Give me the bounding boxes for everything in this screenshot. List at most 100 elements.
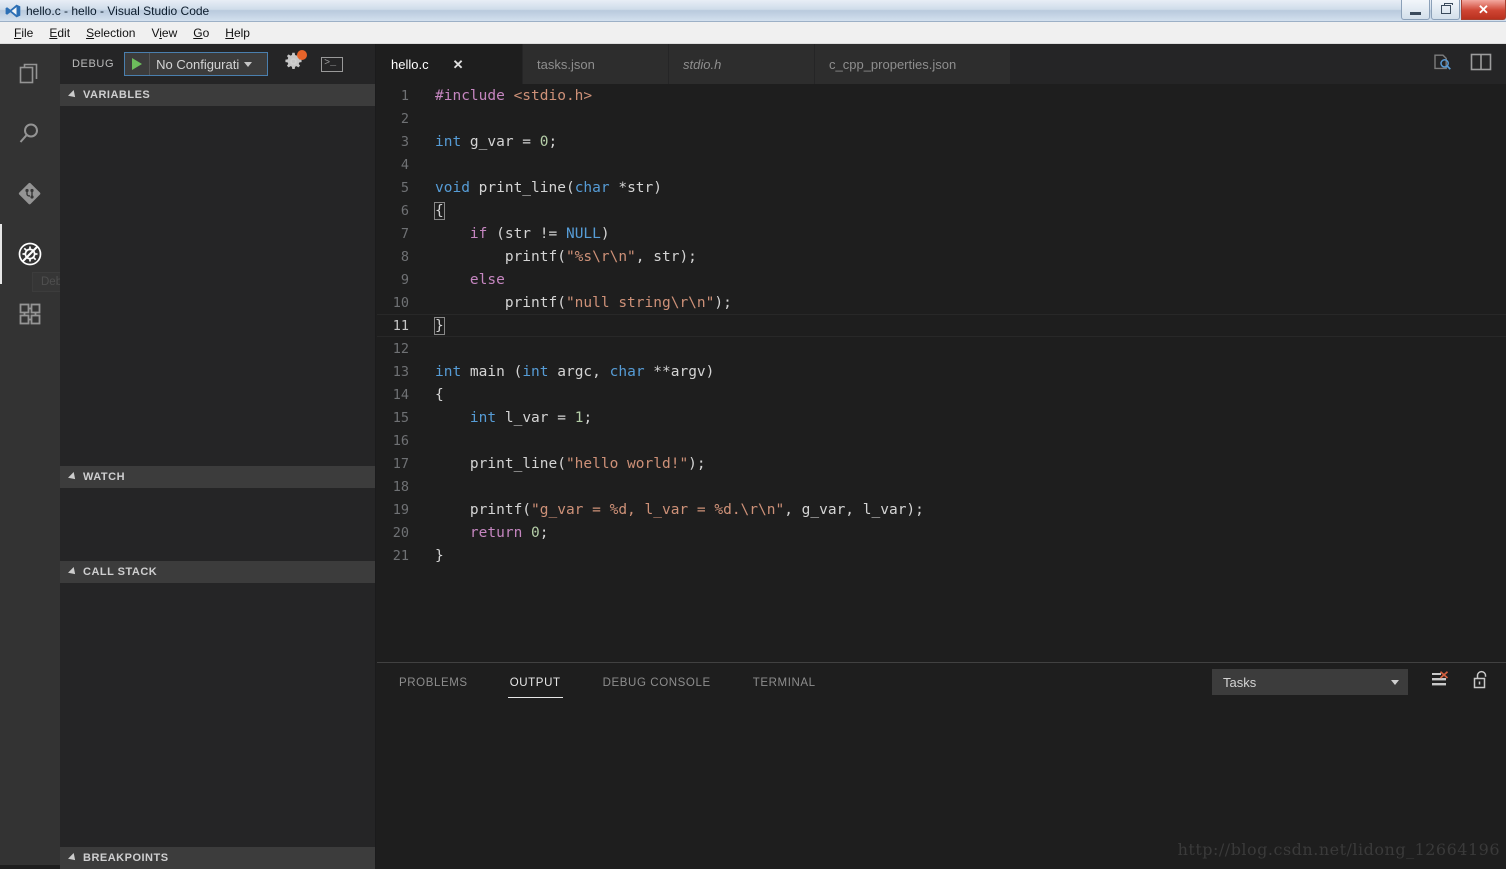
menu-view[interactable]: View [143, 24, 185, 42]
editor-tab-actions [1414, 44, 1506, 84]
window-title-bar: hello.c - hello - Visual Studio Code ✕ [0, 0, 1506, 22]
editor-tab-label: stdio.h [683, 56, 722, 72]
editor-tab-label: tasks.json [537, 56, 595, 72]
open-preview-button[interactable] [1432, 53, 1452, 76]
clear-output-button[interactable] [1430, 670, 1450, 694]
unlock-icon [1472, 670, 1490, 694]
section-header-watch[interactable]: WATCH [60, 466, 375, 488]
line-number: 13 [392, 363, 409, 380]
section-watch: WATCH [60, 466, 375, 561]
close-button[interactable]: ✕ [1461, 0, 1506, 20]
toggle-lock-button[interactable] [1472, 670, 1490, 694]
code-editor[interactable]: 1 #include <stdio.h> 2 3 int g_var = 0; 4 5 voi… [377, 84, 1506, 662]
code-token: { [435, 386, 444, 403]
code-token: "null string\r\n" [565, 294, 715, 311]
debug-toolbar: DEBUG No Configurati >_ [60, 44, 375, 84]
debug-configuration-control: No Configurati [124, 52, 269, 76]
section-header-variables[interactable]: VARIABLES [60, 84, 375, 106]
code-token: 0 [539, 133, 549, 150]
activity-bar: Debug (Ctrl+Shift+D) [0, 44, 158, 865]
editor-tab-stdio-h[interactable]: stdio.h [669, 44, 815, 84]
section-header-breakpoints[interactable]: BREAKPOINTS [60, 847, 375, 869]
code-line: 11} [377, 314, 1506, 337]
panel-tab-problems[interactable]: PROBLEMS [397, 669, 470, 698]
panel-tab-terminal[interactable]: TERMINAL [751, 669, 818, 698]
activity-item-extensions[interactable] [0, 284, 60, 344]
section-call-stack: CALL STACK [60, 561, 375, 847]
code-token: **argv) [644, 363, 715, 380]
code-line: 20 return 0; [377, 521, 1506, 544]
menu-file[interactable]: File [6, 24, 41, 42]
minimize-button[interactable] [1401, 0, 1430, 20]
settings-badge [297, 50, 308, 60]
code-line-text: printf("null string\r\n"); [435, 295, 732, 311]
code-token: argc, [548, 363, 610, 380]
menu-help[interactable]: Help [217, 24, 258, 42]
code-line-text: if (str != NULL) [435, 226, 610, 242]
section-body-watch [60, 488, 375, 561]
code-token: } [434, 316, 445, 335]
code-line: 9 else [377, 268, 1506, 291]
line-number: 19 [392, 501, 409, 518]
code-line: 1 #include <stdio.h> [377, 84, 1506, 107]
code-line-text: int l_var = 1; [435, 410, 592, 426]
line-number: 11 [392, 317, 409, 334]
window-title: hello.c - hello - Visual Studio Code [26, 3, 210, 18]
section-header-call-stack[interactable]: CALL STACK [60, 561, 375, 583]
code-line-text: else [435, 272, 505, 288]
code-line: 6{ [377, 199, 1506, 222]
start-debugging-button[interactable] [125, 53, 149, 75]
code-token: print_line( [435, 455, 566, 472]
code-line-text: printf("%s\r\n", str); [435, 249, 697, 265]
editor-area: hello.c ✕ tasks.json stdio.h c_cpp_propertie… [377, 44, 1506, 865]
activity-item-search[interactable] [0, 104, 60, 164]
editor-tab-tasks-json[interactable]: tasks.json [523, 44, 669, 84]
code-token: (str != [487, 225, 566, 242]
code-token: NULL [565, 225, 601, 242]
code-line-text: print_line("hello world!"); [435, 456, 706, 472]
bottom-panel: PROBLEMS OUTPUT DEBUG CONSOLE TERMINAL Task… [377, 662, 1506, 865]
editor-tab-bar: hello.c ✕ tasks.json stdio.h c_cpp_propertie… [377, 44, 1506, 84]
panel-tab-debug-console[interactable]: DEBUG CONSOLE [601, 669, 713, 698]
menu-view-label-rest: ew [161, 25, 178, 40]
editor-tab-hello-c[interactable]: hello.c ✕ [377, 44, 523, 84]
code-token: <stdio.h> [513, 87, 593, 104]
code-token: { [434, 201, 445, 220]
debug-configuration-value: No Configurati [156, 56, 240, 72]
section-title-call-stack: CALL STACK [83, 566, 158, 578]
menu-file-label-rest: ile [21, 25, 34, 40]
code-line: 14 { [377, 383, 1506, 406]
code-line: 19 printf("g_var = %d, l_var = %d.\r\n",… [377, 498, 1506, 521]
panel-tab-output[interactable]: OUTPUT [507, 669, 563, 698]
editor-tab-label: c_cpp_properties.json [829, 56, 957, 72]
debug-settings-button[interactable] [284, 50, 308, 76]
code-token: ) [600, 225, 610, 242]
output-channel-dropdown[interactable]: Tasks [1212, 669, 1408, 695]
menu-edit[interactable]: Edit [41, 24, 78, 42]
menu-go[interactable]: Go [185, 24, 217, 42]
debug-configuration-dropdown[interactable]: No Configurati [149, 53, 267, 75]
code-token: int [522, 363, 549, 380]
menu-bar: File Edit Selection View Go Help [0, 22, 1506, 44]
split-editor-button[interactable] [1470, 53, 1492, 76]
line-number: 5 [400, 179, 409, 196]
split-editor-icon [1470, 53, 1492, 76]
code-token: int [435, 133, 462, 150]
close-icon[interactable]: ✕ [453, 58, 464, 71]
code-line-text: int g_var = 0; [435, 134, 557, 150]
code-token: ; [548, 133, 558, 150]
line-number: 14 [392, 386, 409, 403]
code-token: main ( [461, 363, 523, 380]
activity-item-source-control[interactable] [0, 164, 60, 224]
menu-selection[interactable]: Selection [78, 24, 143, 42]
debug-sidebar: DEBUG No Configurati >_ VARIABLES WATCH … [60, 44, 376, 869]
activity-item-explorer[interactable] [0, 44, 60, 104]
open-debug-console-button[interactable]: >_ [321, 56, 344, 72]
editor-tab-c-cpp-properties-json[interactable]: c_cpp_properties.json [815, 44, 1011, 84]
code-line-text: } [434, 316, 445, 335]
line-number: 2 [400, 110, 409, 127]
maximize-button[interactable] [1431, 0, 1460, 20]
code-token: printf( [435, 501, 532, 518]
code-token: "g_var = %d, l_var = %d.\r\n" [531, 501, 785, 518]
